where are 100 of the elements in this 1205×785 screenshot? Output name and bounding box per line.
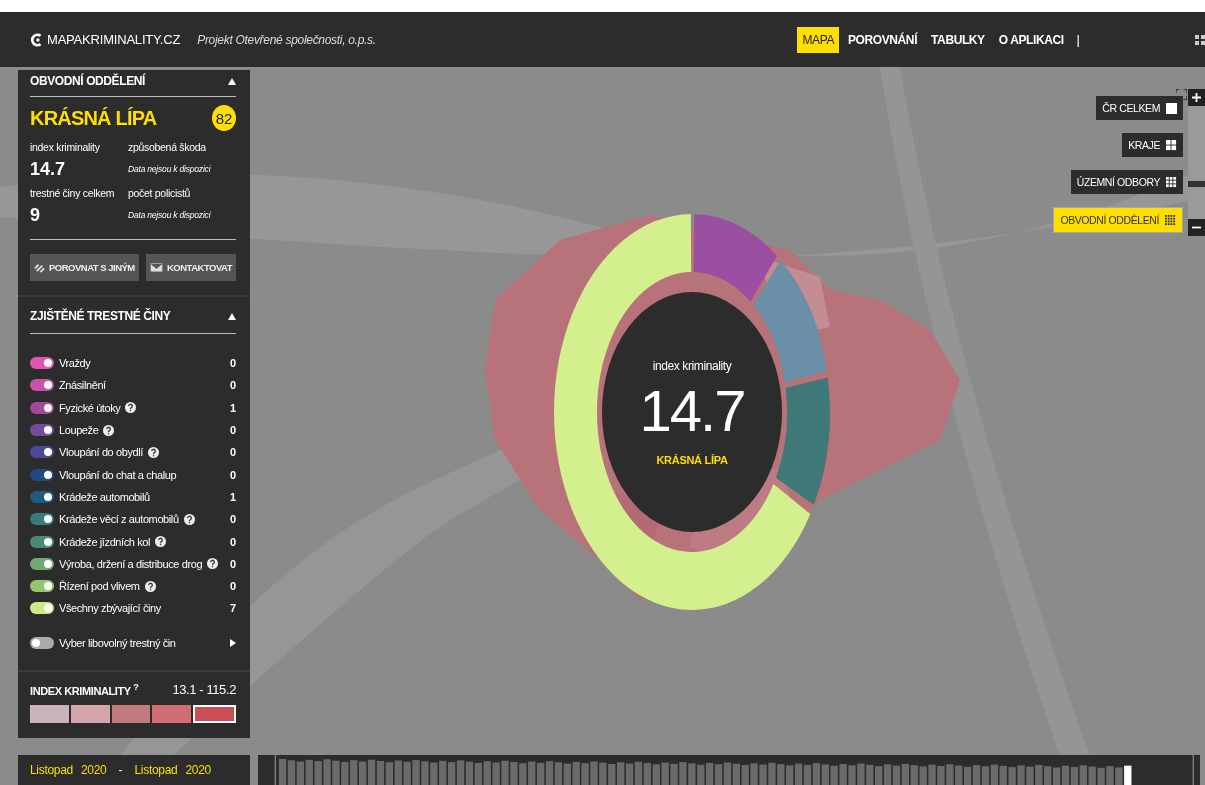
legend-swatch[interactable] [193,704,236,723]
crime-label: Všechny zbývající činy [59,602,161,615]
crime-label: Řízení pod vlivem [59,580,140,593]
legend-swatch[interactable] [152,704,192,723]
envelope-icon [149,263,163,272]
collapse-icon[interactable] [228,312,236,320]
toggle-switch[interactable] [30,636,54,649]
crime-count: 1 [229,401,236,414]
zoom-in-button[interactable] [1188,89,1205,106]
nav-tab[interactable]: POROVNÁNÍ [843,26,923,53]
year-selector[interactable]: 2020 [185,763,211,777]
stat-label: trestné činy celkem [30,187,116,199]
stat-label: způsobená škoda [128,141,207,153]
help-icon[interactable] [125,402,137,414]
grid-icon [1166,139,1177,151]
help-icon[interactable] [155,536,167,547]
crime-count: 0 [229,580,236,593]
stat-note: Data nejsou k dispozici [128,163,212,176]
logo-text[interactable]: MAPAKRIMINALITY.CZ [47,32,181,47]
legend-title: INDEX KRIMINALITY $^{?}$ [30,682,139,697]
zoom-out-button[interactable] [1188,219,1205,236]
range-dash: - [118,763,123,777]
zoom-thumb[interactable] [1188,180,1205,187]
toggle-switch[interactable] [30,357,54,370]
tagline: Projekt Otevřené společnosti, o.p.s. [197,32,376,47]
toggle-switch[interactable] [30,424,54,437]
crime-label: Vloupání do obydlí [59,446,143,459]
logo-icon [30,31,44,48]
toggle-switch[interactable] [30,580,54,593]
toggle-switch[interactable] [30,490,54,503]
crime-label: Krádeže jízdních kol [59,535,151,548]
collapse-icon[interactable] [228,77,236,85]
toggle-switch[interactable] [30,513,54,526]
crime-count: 0 [229,557,236,570]
legend-swatch[interactable] [111,704,151,723]
layer-button[interactable]: KRAJE [1122,133,1183,157]
toggle-switch[interactable] [30,468,54,481]
fullscreen-icon[interactable] [1176,89,1187,100]
layer-button[interactable]: OBVODNÍ ODDĚLENÍ [1053,207,1183,233]
donut-segment[interactable] [775,377,830,505]
donut-segment[interactable] [753,260,827,383]
donut-caption: index kriminality [652,358,732,373]
grid-icon [1166,176,1177,188]
grid-icon [1165,214,1176,226]
crime-count: 0 [229,379,236,392]
plus-icon [1192,93,1201,102]
crime-label: Výroba, držení a distribuce drog [59,557,203,570]
crime-count: 0 [229,357,236,370]
crime-label: Vraždy [59,357,91,370]
help-icon[interactable] [144,580,156,592]
nav-tab[interactable]: O APLIKACI [993,26,1069,53]
crime-count: 0 [229,424,236,437]
section-title: ZJIŠTĚNÉ TRESTNÉ ČINY [30,309,171,323]
toggle-switch[interactable] [30,557,54,570]
compare-button[interactable]: POROVNAT S JINÝM [30,254,139,281]
legend-swatch[interactable] [30,704,69,723]
donut-place-name: KRÁSNÁ LÍPA [656,453,728,466]
legend-swatch[interactable] [70,704,110,723]
crime-count: 7 [229,602,236,615]
stat-label: index kriminality [30,141,101,153]
crime-picker-label[interactable]: Vyber libovolný trestný čin [59,636,176,649]
crime-label: Loupeže [59,424,99,437]
contact-button[interactable]: KONTAKTOVAT [145,254,236,281]
nav-tab[interactable]: TABULKY [926,26,990,53]
crime-label: Krádeže automobilů [59,490,150,503]
rank-badge: 82 [212,105,236,131]
help-icon[interactable] [207,558,219,570]
arrows-icon [34,262,45,273]
toggle-switch[interactable] [30,535,54,548]
nav-separator: | [1076,32,1080,47]
layer-button[interactable]: ČR CELKEM [1096,96,1183,120]
stat-value: 14.7 [30,159,67,179]
help-icon[interactable] [183,513,195,525]
toggle-switch[interactable] [30,602,54,615]
grid-icon[interactable] [1195,35,1205,45]
crime-label: Fyzické útoky [59,401,121,414]
expand-arrow-icon[interactable] [230,638,236,647]
crime-count: 0 [229,468,236,481]
stat-value: 9 [30,205,41,225]
stat-note: Data nejsou k dispozici [128,209,212,222]
donut-segment[interactable] [554,214,811,610]
month-selector[interactable]: Listopad [134,763,178,777]
crime-count: 1 [229,490,236,503]
year-selector[interactable]: 2020 [81,763,107,777]
crime-count: 0 [229,535,236,548]
crime-count: 0 [229,513,236,526]
help-icon[interactable] [103,424,115,436]
help-icon[interactable] [147,446,159,458]
zoom-slider[interactable] [1188,106,1205,219]
toggle-switch[interactable] [30,401,54,414]
crime-label: Krádeže věcí z automobilů [59,513,179,526]
toggle-switch[interactable] [30,446,54,459]
legend-range: 13.1 - 115.2 [172,681,236,697]
square-icon [1166,102,1177,114]
toggle-switch[interactable] [30,379,54,392]
layer-button[interactable]: ÚZEMNÍ ODBORY [1070,170,1183,194]
crime-count: 0 [229,446,236,459]
nav-tab[interactable]: MAPA [797,26,839,53]
month-selector[interactable]: Listopad [30,763,73,777]
section-title: OBVODNÍ ODDĚLENÍ [30,74,145,88]
